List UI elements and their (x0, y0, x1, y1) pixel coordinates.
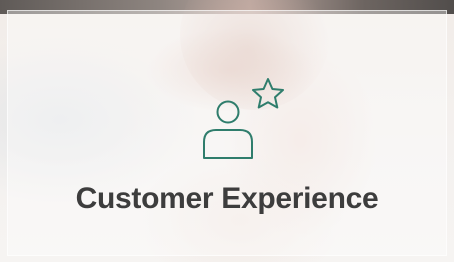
customer-experience-tile[interactable]: Customer Experience (0, 0, 454, 262)
customer-star-icon (203, 78, 284, 159)
person-head (216, 100, 240, 124)
person-body (203, 129, 253, 159)
star-icon (252, 78, 284, 109)
tile-title: Customer Experience (75, 182, 379, 215)
